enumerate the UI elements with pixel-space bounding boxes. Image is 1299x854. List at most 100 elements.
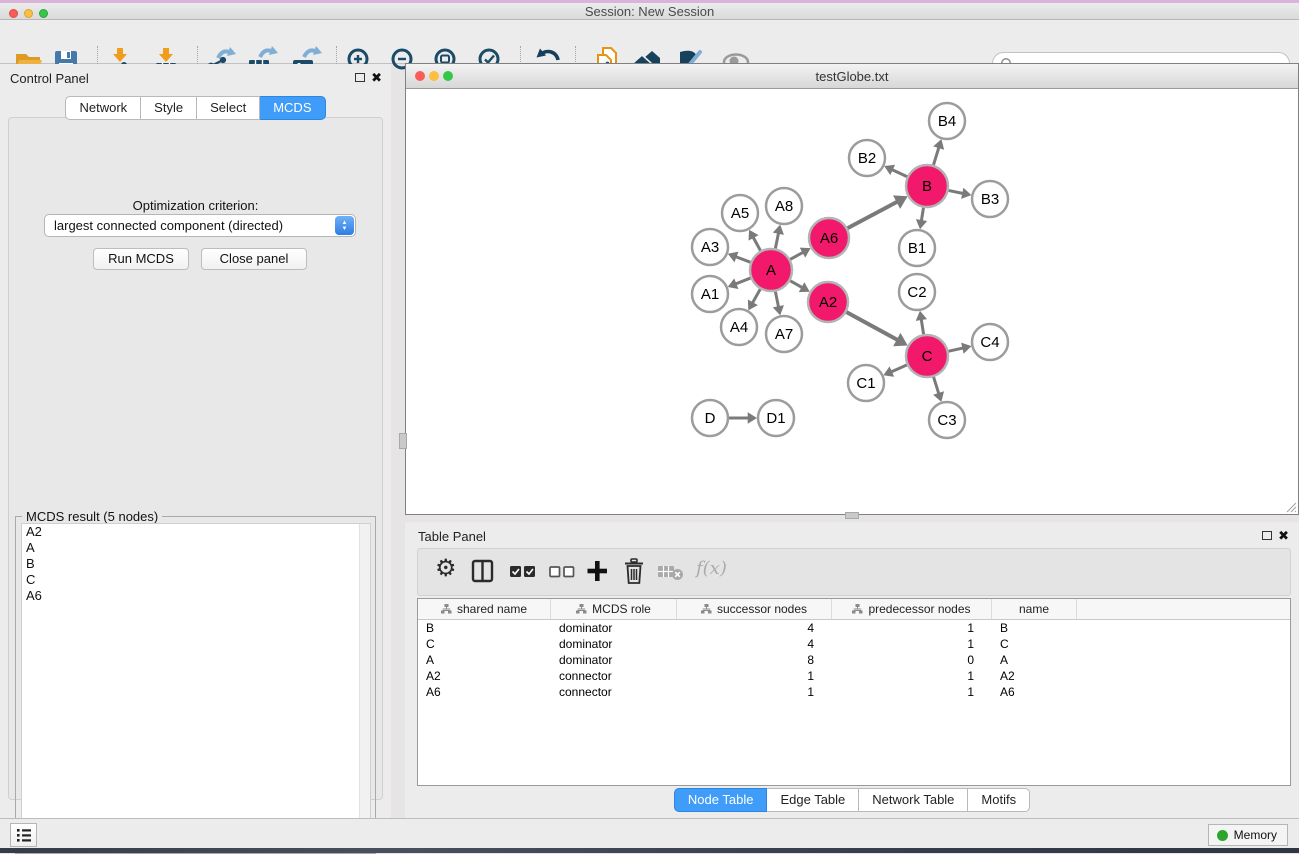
- table-cell[interactable]: connector: [551, 668, 677, 684]
- table-cell[interactable]: A6: [418, 684, 551, 700]
- table-row[interactable]: Adominator80A: [418, 652, 1290, 668]
- table-cell[interactable]: 1: [832, 668, 992, 684]
- table-cell[interactable]: 1: [832, 620, 992, 636]
- graph-node-C4[interactable]: C4: [972, 324, 1008, 360]
- graph-node-C3[interactable]: C3: [929, 402, 965, 438]
- tab-select[interactable]: Select: [197, 96, 260, 120]
- deselect-all-icon[interactable]: [549, 566, 575, 578]
- graph-node-A6[interactable]: A6: [809, 218, 849, 258]
- graph-edge-A-A6[interactable]: [789, 248, 811, 261]
- table-cell[interactable]: 1: [832, 636, 992, 652]
- table-cell[interactable]: 1: [677, 684, 832, 700]
- graph-node-A2[interactable]: A2: [808, 282, 848, 322]
- graph-edge-A2-C[interactable]: [845, 311, 908, 346]
- close-panel-icon[interactable]: ✖: [1278, 528, 1289, 544]
- graph-node-C1[interactable]: C1: [848, 365, 884, 401]
- table-cell[interactable]: A6: [992, 684, 1077, 700]
- tab-motifs[interactable]: Motifs: [968, 788, 1030, 812]
- table-row[interactable]: Cdominator41C: [418, 636, 1290, 652]
- graph-node-C2[interactable]: C2: [899, 274, 935, 310]
- graph-node-A5[interactable]: A5: [722, 195, 758, 231]
- mcds-result-item[interactable]: A: [22, 540, 370, 556]
- tab-style[interactable]: Style: [141, 96, 197, 120]
- table-cell[interactable]: B: [418, 620, 551, 636]
- graph-node-A1[interactable]: A1: [692, 276, 728, 312]
- table-cell[interactable]: A: [418, 652, 551, 668]
- memory-button[interactable]: Memory: [1208, 824, 1288, 846]
- task-history-button[interactable]: [10, 823, 37, 847]
- graph-edge-D-D1[interactable]: [727, 412, 757, 423]
- table-cell[interactable]: C: [992, 636, 1077, 652]
- graph-node-A8[interactable]: A8: [766, 188, 802, 224]
- graph-edge-B-B4[interactable]: [933, 139, 944, 167]
- graph-node-D1[interactable]: D1: [758, 400, 794, 436]
- graph-edge-B-B2[interactable]: [884, 165, 909, 178]
- table-cell[interactable]: C: [418, 636, 551, 652]
- result-scrollbar[interactable]: [359, 524, 370, 848]
- table-cell[interactable]: 0: [832, 652, 992, 668]
- tab-network[interactable]: Network: [65, 96, 141, 120]
- close-panel-icon[interactable]: ✖: [371, 70, 382, 86]
- table-cell[interactable]: 4: [677, 620, 832, 636]
- add-icon[interactable]: [585, 558, 609, 584]
- graph-node-B2[interactable]: B2: [849, 140, 885, 176]
- graph-node-B1[interactable]: B1: [899, 230, 935, 266]
- network-window-titlebar[interactable]: testGlobe.txt: [406, 64, 1298, 89]
- graph-edge-A-A5[interactable]: [749, 230, 762, 253]
- column-header-successor-nodes[interactable]: successor nodes: [677, 599, 832, 619]
- trash-icon[interactable]: [623, 558, 645, 585]
- mcds-result-list[interactable]: A2ABCA6: [21, 523, 371, 849]
- graph-node-A3[interactable]: A3: [692, 229, 728, 265]
- mcds-result-item[interactable]: C: [22, 572, 370, 588]
- table-row[interactable]: Bdominator41B: [418, 620, 1290, 636]
- graph-node-B[interactable]: B: [906, 165, 948, 207]
- gear-icon[interactable]: ⚙: [435, 554, 457, 583]
- mcds-result-item[interactable]: A2: [22, 524, 370, 540]
- graph-edge-C-C1[interactable]: [883, 364, 908, 377]
- graph-edge-A-A8[interactable]: [773, 225, 784, 251]
- float-panel-icon[interactable]: [1262, 531, 1272, 540]
- tab-edge-table[interactable]: Edge Table: [767, 788, 859, 812]
- graph-edge-A-A2[interactable]: [788, 280, 809, 292]
- vertical-scroll-nub[interactable]: [399, 433, 407, 449]
- mcds-result-item[interactable]: B: [22, 556, 370, 572]
- table-cell[interactable]: A2: [992, 668, 1077, 684]
- run-mcds-button[interactable]: Run MCDS: [93, 248, 189, 270]
- graph-edge-A-A7[interactable]: [773, 290, 784, 316]
- function-builder-icon[interactable]: f(x): [696, 558, 727, 579]
- table-cell[interactable]: dominator: [551, 636, 677, 652]
- table-cell[interactable]: 8: [677, 652, 832, 668]
- tab-network-table[interactable]: Network Table: [859, 788, 968, 812]
- table-cell[interactable]: A: [992, 652, 1077, 668]
- table-cell[interactable]: dominator: [551, 620, 677, 636]
- column-header-name[interactable]: name: [992, 599, 1077, 619]
- graph-edge-A-A1[interactable]: [728, 277, 753, 289]
- column-header-predecessor-nodes[interactable]: predecessor nodes: [832, 599, 992, 619]
- resize-grip[interactable]: [1281, 497, 1297, 513]
- column-header-mcds-role[interactable]: MCDS role: [551, 599, 677, 619]
- table-cell[interactable]: connector: [551, 684, 677, 700]
- graph-edge-B-B1[interactable]: [916, 206, 927, 229]
- table-cell[interactable]: 4: [677, 636, 832, 652]
- horizontal-scroll-nub[interactable]: [845, 512, 859, 519]
- graph-edge-C-C4[interactable]: [947, 343, 972, 354]
- table-cell[interactable]: 1: [677, 668, 832, 684]
- float-panel-icon[interactable]: [355, 73, 365, 82]
- table-cell[interactable]: 1: [832, 684, 992, 700]
- graph-edge-A-A4[interactable]: [748, 287, 761, 310]
- select-all-icon[interactable]: [510, 566, 536, 578]
- graph-node-C[interactable]: C: [906, 335, 948, 377]
- graph-node-B4[interactable]: B4: [929, 103, 965, 139]
- graph-node-A7[interactable]: A7: [766, 316, 802, 352]
- column-header-shared-name[interactable]: shared name: [418, 599, 551, 619]
- graph-node-B3[interactable]: B3: [972, 181, 1008, 217]
- graph-node-A[interactable]: A: [750, 249, 792, 291]
- close-panel-button[interactable]: Close panel: [201, 248, 307, 270]
- mcds-result-item[interactable]: A6: [22, 588, 370, 604]
- table-cell[interactable]: B: [992, 620, 1077, 636]
- table-cell[interactable]: dominator: [551, 652, 677, 668]
- tab-node-table[interactable]: Node Table: [674, 788, 768, 812]
- graph-edge-C-C2[interactable]: [916, 311, 927, 336]
- tab-mcds[interactable]: MCDS: [260, 96, 325, 120]
- table-cell[interactable]: A2: [418, 668, 551, 684]
